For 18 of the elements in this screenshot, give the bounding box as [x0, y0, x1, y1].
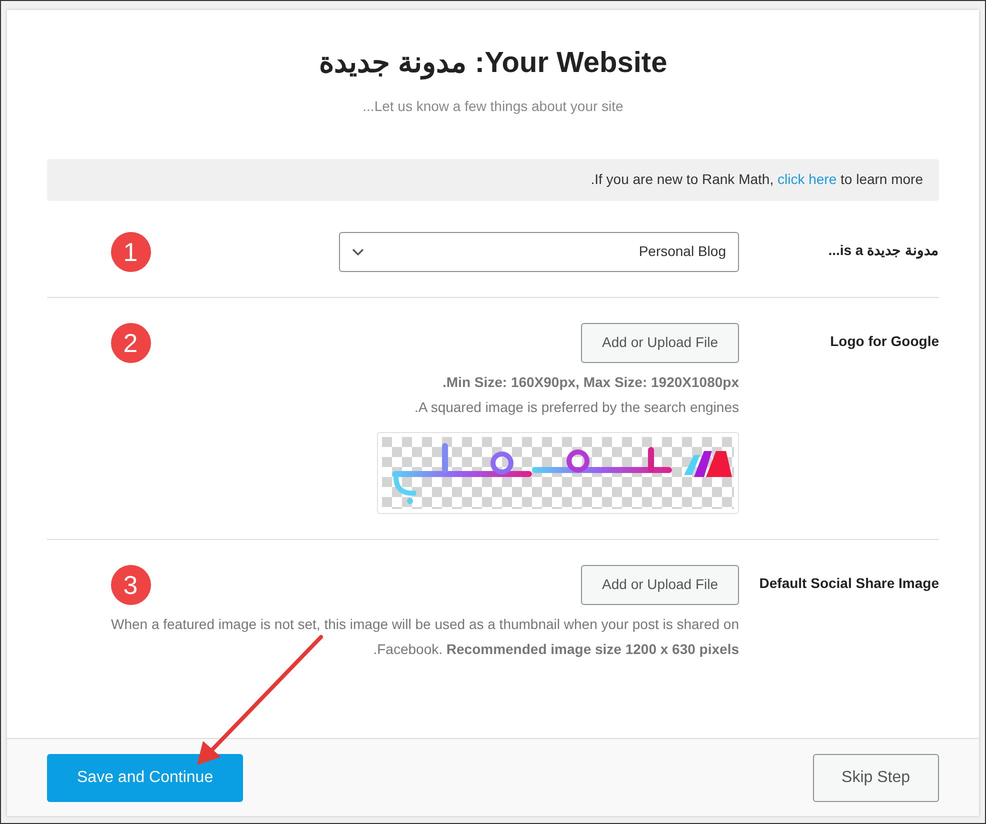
help-text: .A squared image is preferred by the search engines	[413, 398, 739, 417]
select-field[interactable]: Personal Blog	[339, 232, 739, 272]
number-badge: 3	[110, 564, 150, 604]
page-title: Your Website: مدونة جديدة	[318, 46, 668, 82]
chevron-down-icon	[352, 248, 364, 256]
number-badge: 1	[110, 232, 150, 272]
help-text: .Min Size: 160X90px, Max Size: 1920X1080px	[442, 372, 739, 392]
upload-button[interactable]: Add or Upload File	[581, 322, 739, 362]
skip-step-button[interactable]: Skip Step	[812, 754, 939, 802]
field-label: Default Social Share Image	[758, 574, 939, 593]
notice-text: .If you are new to Rank Math, click here to learn more	[590, 170, 923, 189]
page-subtitle: Let us know a few things about your site...	[362, 96, 624, 116]
help-text: When a featured image is not set, this image will be used as a thumbnail when your post is shared on	[110, 614, 739, 634]
number-badge: 2	[110, 322, 150, 362]
field-label: Logo for Google	[829, 332, 939, 351]
help-text: .Facebook. Recommended image size 1200 x 630 pixels	[372, 640, 739, 659]
upload-button[interactable]: Add or Upload File	[581, 564, 739, 604]
field-label: مدونة جديدة is a...	[827, 240, 939, 260]
